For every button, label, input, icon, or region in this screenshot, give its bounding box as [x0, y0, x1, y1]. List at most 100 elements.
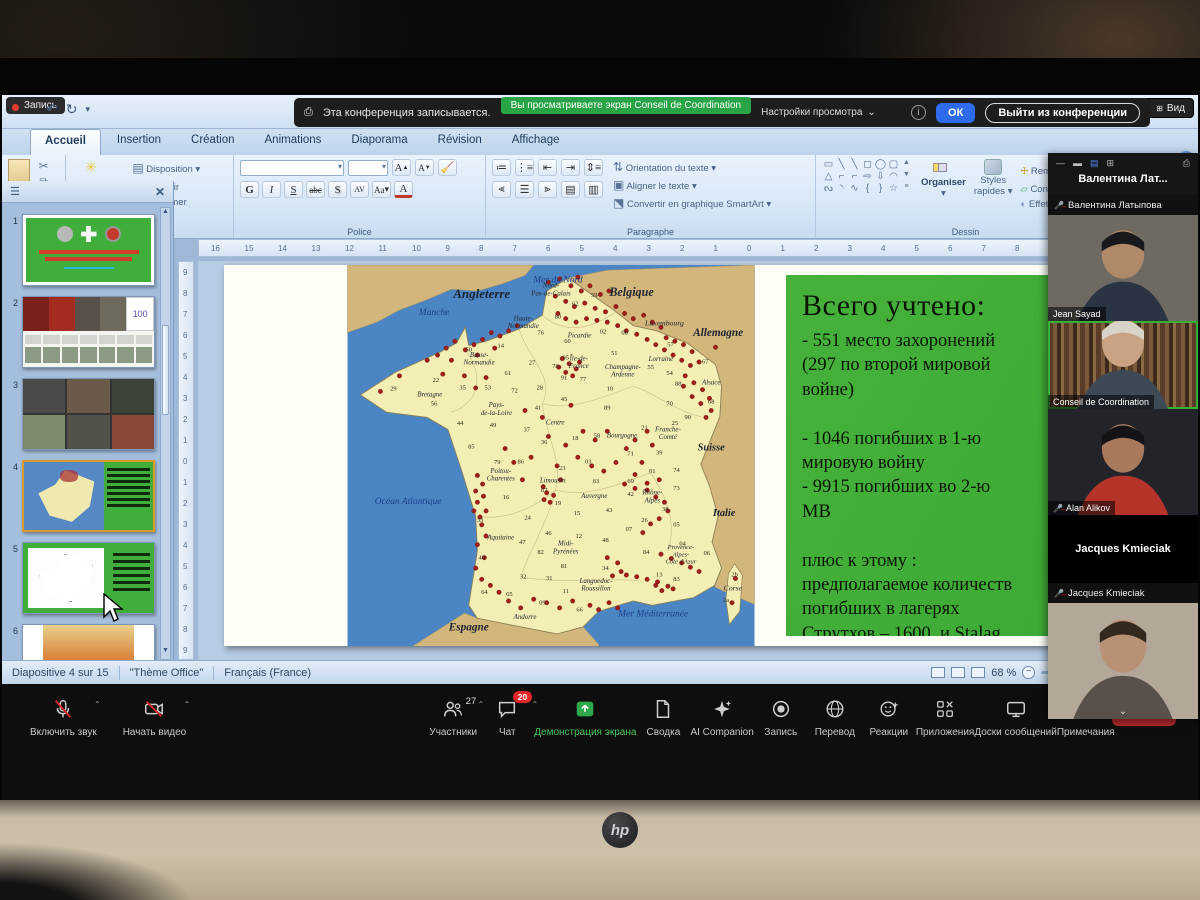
toolbar-перевод[interactable]: Перевод: [808, 698, 862, 738]
toolbar-доски-сообщений[interactable]: Доски сообщений: [974, 698, 1057, 738]
horizontal-ruler[interactable]: 161514131211109876543210123456789101112: [198, 239, 1188, 257]
participant-video-alan-alikov[interactable]: 🎤̶Alan Alikov: [1048, 409, 1198, 515]
redo-icon[interactable]: ↻: [66, 101, 78, 118]
smartart-button[interactable]: ⬔ Convertir en graphique SmartArt ▾: [613, 196, 771, 210]
align-left-button[interactable]: ⫷: [492, 181, 511, 198]
department-number: 81: [561, 563, 567, 570]
participant-video-jacques-kmieciak[interactable]: Jacques Kmieciak: [1048, 515, 1198, 583]
arrange-button[interactable]: Organiser ▾: [921, 159, 966, 199]
department-number: 48: [602, 537, 608, 544]
slide-thumbnail-5[interactable]: 5: [8, 542, 155, 614]
view-mode-button[interactable]: ⊞Вид: [1147, 98, 1194, 118]
layout-button[interactable]: ▤ Disposition ▾: [132, 161, 200, 175]
participant-video-jean-sayad[interactable]: Jean Sayad: [1048, 215, 1198, 321]
sorter-view-icon[interactable]: [951, 667, 965, 678]
participant-video[interactable]: ⌄: [1048, 603, 1198, 719]
burial-site-dot: [615, 323, 620, 328]
cut-icon[interactable]: ✂: [36, 159, 51, 173]
change-case-button[interactable]: Aa▾: [372, 181, 391, 198]
grid-view-icon[interactable]: ⊞: [1107, 158, 1115, 169]
tab-insertion[interactable]: Insertion: [103, 129, 175, 155]
toolbar-чат[interactable]: Чат⌃20: [480, 698, 534, 738]
close-icon[interactable]: ✕: [155, 185, 165, 199]
toolbar-демонстрация-экрана[interactable]: Демонстрация экрана: [534, 698, 636, 738]
text-direction-button[interactable]: ⇅ Orientation du texte ▾: [613, 160, 771, 174]
thumbnails-scrollbar[interactable]: ▲ ▼: [160, 207, 171, 660]
outdent-button[interactable]: ⇤: [538, 159, 557, 176]
ok-button[interactable]: ОК: [936, 103, 975, 123]
quick-styles-button[interactable]: Styles rapides ▾: [974, 159, 1013, 197]
bullets-button[interactable]: ≔: [492, 159, 511, 176]
chevron-up-icon[interactable]: ⌃: [184, 700, 191, 709]
vertical-ruler[interactable]: 9876543210123456789: [178, 261, 194, 660]
tab-diaporama[interactable]: Diaporama: [337, 129, 421, 155]
slide-thumbnail-6[interactable]: 6: [8, 624, 155, 662]
participant-video-conseil-de-coordination[interactable]: Conseil de Coordination: [1048, 321, 1198, 409]
clear-format-button[interactable]: 🧹: [438, 159, 457, 176]
current-slide[interactable]: 6259807602600895789177515557548867681050…: [224, 265, 1182, 646]
toolbar-ai-companion[interactable]: AI Companion: [690, 698, 753, 738]
slide-thumbnail-3[interactable]: 3: [8, 378, 155, 450]
slide-thumbnail-2[interactable]: 2 100: [8, 296, 155, 368]
strikethrough-button[interactable]: abc: [306, 181, 325, 198]
tab-création[interactable]: Création: [177, 129, 248, 155]
ruler-tick: 7: [183, 604, 187, 613]
font-name-combo[interactable]: [240, 160, 344, 176]
toolbar-сводка[interactable]: Сводка: [636, 698, 690, 738]
align-text-button[interactable]: ▣ Aligner le texte ▾: [613, 178, 771, 192]
department-number: 27: [529, 360, 536, 367]
toolbar-участники[interactable]: Участники⌃27: [426, 698, 480, 738]
font-size-combo[interactable]: [348, 160, 388, 176]
toolbar-включить-звук[interactable]: Включить звук⌃: [30, 698, 97, 738]
camera-control-icon[interactable]: ⎙: [1183, 158, 1190, 169]
tab-accueil[interactable]: Accueil: [30, 129, 101, 155]
leave-conference-button[interactable]: Выйти из конференции: [985, 103, 1140, 123]
align-center-button[interactable]: ☰: [515, 181, 534, 198]
toolbar-запись[interactable]: Запись: [754, 698, 808, 738]
italic-button[interactable]: I: [262, 181, 281, 198]
shrink-font-button[interactable]: A▼: [415, 159, 434, 176]
tab-révision[interactable]: Révision: [424, 129, 496, 155]
burial-site-dot: [605, 320, 610, 325]
font-color-button[interactable]: A: [394, 181, 413, 198]
slide-thumbnail-4[interactable]: 4: [8, 460, 155, 532]
bold-button[interactable]: G: [240, 181, 259, 198]
outline-tab-icon[interactable]: ☰: [10, 185, 20, 198]
tab-affichage[interactable]: Affichage: [498, 129, 574, 155]
indent-button[interactable]: ⇥: [561, 159, 580, 176]
grow-font-button[interactable]: A▲: [392, 159, 411, 176]
record-icon: [770, 698, 792, 723]
burial-site-dot: [472, 342, 477, 347]
language-indicator[interactable]: Français (France): [224, 667, 311, 679]
toolbar-приложения[interactable]: Приложения: [916, 698, 975, 738]
scrollbar-thumb[interactable]: [162, 325, 169, 415]
qat-more-icon[interactable]: ▾: [85, 104, 90, 115]
minimize-panel-icon[interactable]: —: [1056, 158, 1065, 168]
line-spacing-button[interactable]: ⇕≡: [584, 159, 603, 176]
char-spacing-button[interactable]: AV: [350, 181, 369, 198]
columns-button[interactable]: ▥: [584, 181, 603, 198]
speaker-view-icon[interactable]: ▬: [1073, 158, 1082, 168]
department-number: 51: [611, 350, 617, 357]
view-settings-button[interactable]: Настройки просмотра⌄: [761, 107, 876, 118]
chevron-up-icon[interactable]: ⌃: [94, 700, 101, 709]
numbering-button[interactable]: ⋮≡: [515, 159, 534, 176]
department-number: 35: [459, 385, 465, 392]
slideshow-view-icon[interactable]: [971, 667, 985, 678]
shadow-button[interactable]: S: [328, 181, 347, 198]
tab-animations[interactable]: Animations: [251, 129, 336, 155]
chevron-down-icon[interactable]: ⌄: [1119, 706, 1127, 717]
underline-button[interactable]: S: [284, 181, 303, 198]
zoom-out-button[interactable]: −: [1022, 666, 1035, 679]
toolbar-реакции[interactable]: Реакции: [862, 698, 916, 738]
justify-button[interactable]: ▤: [561, 181, 580, 198]
slide-thumbnail-1[interactable]: 1: [8, 214, 155, 286]
shapes-gallery[interactable]: ▭╲╲◻◯▢▲ △⌐⌐⇨⇩◠▼ ᔓ◝∿{}☆≡: [822, 159, 913, 194]
toolbar-начать-видео[interactable]: Начать видео⌃: [123, 698, 187, 738]
gallery-view-icon[interactable]: ▤: [1090, 158, 1099, 169]
undo-icon[interactable]: ↶: [46, 101, 58, 118]
align-right-button[interactable]: ⫸: [538, 181, 557, 198]
normal-view-icon[interactable]: [931, 667, 945, 678]
info-icon[interactable]: i: [911, 105, 926, 120]
ruler-tick: 9: [183, 268, 187, 277]
